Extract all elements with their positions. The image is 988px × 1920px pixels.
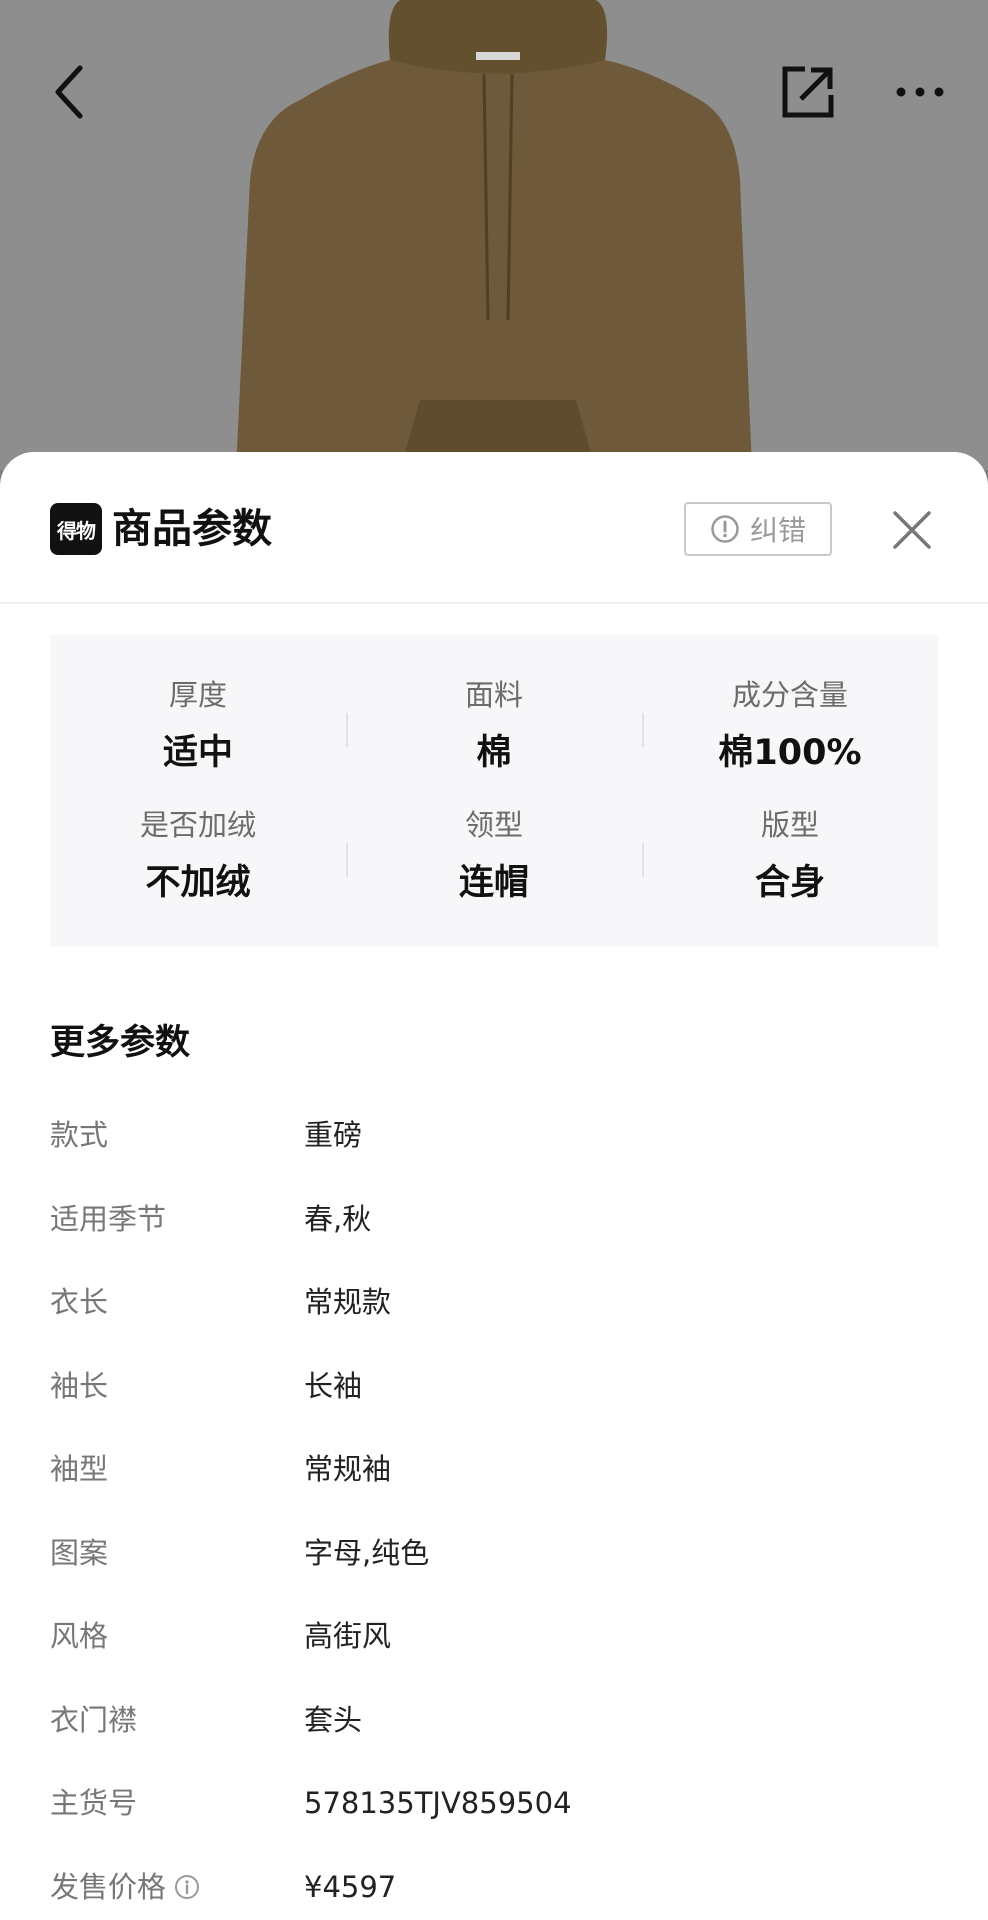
key-params-grid: 厚度 适中 面料 棉 成分含量 棉100% 是否加绒 不加绒 领型 连帽 版型 … [50,635,938,947]
param-row: 风格 高街风 [50,1611,938,1661]
param-label: 主货号 [50,1786,138,1820]
param-label: 款式 [50,1118,109,1152]
back-button[interactable] [30,52,110,132]
param-row: 主货号 578135TJV859504 [50,1778,938,1828]
param-row: 袖长 长袖 [50,1361,938,1411]
param-label: 袖长 [50,1369,109,1403]
key-param-label: 成分含量 [731,678,848,712]
key-param-value: 连帽 [458,863,529,903]
param-row: 图案 字母,纯色 [50,1528,938,1578]
param-value: 578135TJV859504 [304,1786,572,1820]
more-horizontal-icon [896,87,944,97]
key-param-thickness: 厚度 适中 [50,675,346,805]
key-param-value: 合身 [754,863,825,903]
param-row: 衣长 常规款 [50,1277,938,1327]
param-row: 衣门襟 套头 [50,1695,938,1745]
more-params-title: 更多参数 [50,1023,191,1063]
param-label: 风格 [50,1619,109,1653]
top-navigation [0,0,988,190]
sheet-title: 商品参数 [112,506,272,552]
key-param-fleece: 是否加绒 不加绒 [50,805,346,935]
param-row: 款式 重磅 [50,1110,938,1160]
param-row: 袖型 常规袖 [50,1444,938,1494]
param-value: 字母,纯色 [304,1536,430,1570]
more-button[interactable] [880,52,960,132]
key-param-label: 面料 [464,678,523,712]
key-param-value: 不加绒 [145,863,251,903]
param-value: 春,秋 [304,1202,372,1236]
report-error-button[interactable]: 纠错 [684,502,832,556]
key-param-value: 棉 [476,733,512,773]
param-label: 发售价格 [50,1862,200,1912]
param-label: 衣长 [50,1285,109,1319]
param-label: 衣门襟 [50,1703,138,1737]
share-button[interactable] [768,52,848,132]
product-params-sheet: 得物 商品参数 纠错 厚度 适中 面料 棉 成分含量 棉100% 是否加绒 不加… [0,452,988,1920]
key-param-label: 领型 [464,808,523,842]
param-value: ¥4597 [304,1870,397,1904]
key-param-fit: 版型 合身 [642,805,938,935]
param-label: 图案 [50,1536,109,1570]
param-row: 适用季节 春,秋 [50,1194,938,1244]
param-label: 袖型 [50,1452,109,1486]
param-value: 常规款 [304,1285,392,1319]
alert-circle-icon [711,515,739,543]
param-label: 适用季节 [50,1202,167,1236]
share-external-icon [782,66,834,118]
key-param-collar: 领型 连帽 [346,805,642,935]
key-param-label: 版型 [760,808,819,842]
key-param-value: 适中 [162,733,233,773]
param-value: 套头 [304,1703,363,1737]
key-param-composition: 成分含量 棉100% [642,675,938,805]
param-value: 长袖 [304,1369,363,1403]
key-param-label: 是否加绒 [139,808,256,842]
key-param-fabric: 面料 棉 [346,675,642,805]
close-button[interactable] [882,500,942,560]
sheet-header: 得物 商品参数 纠错 [0,452,988,604]
info-circle-icon[interactable] [174,1874,200,1900]
key-param-label: 厚度 [168,678,227,712]
param-value: 常规袖 [304,1452,392,1486]
close-icon [893,511,931,549]
param-row-release-price: 发售价格 ¥4597 [50,1862,938,1912]
param-value: 重磅 [304,1118,363,1152]
key-param-value: 棉100% [718,733,862,773]
report-error-label: 纠错 [749,514,806,547]
app-logo: 得物 [50,503,102,555]
param-value: 高街风 [304,1619,392,1653]
chevron-left-icon [55,65,83,119]
